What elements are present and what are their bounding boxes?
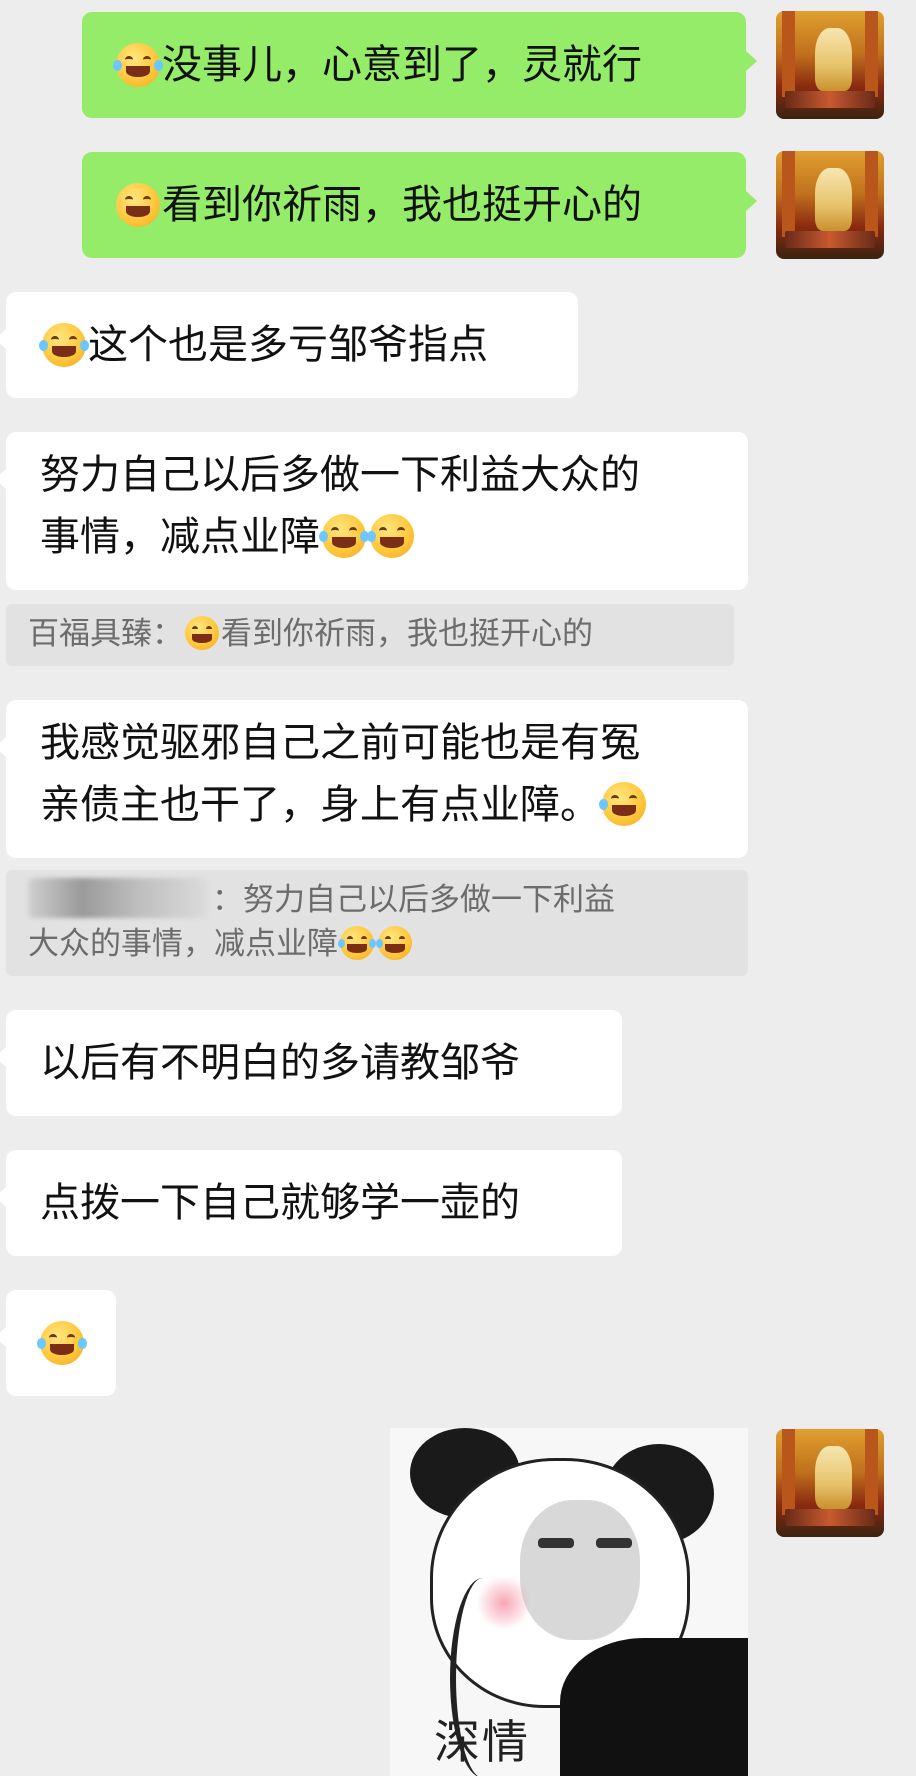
tears-of-joy-emoji-icon [337,926,377,960]
chat-window: 没事儿，心意到了，灵就行 看到你祈雨，我也挺开心的 这个也是多亏邹爷指点 努力自… [0,0,916,1776]
message-text-line: 我感觉驱邪自己之前可能也是有冤 [40,720,640,766]
grinning-face-emoji-icon [116,183,160,227]
message-bubble-incoming[interactable]: 我感觉驱邪自己之前可能也是有冤 亲债主也干了，身上有点业障。 [0,700,748,858]
quoted-message[interactable]: ：努力自己以后多做一下利益 大众的事情，减点业障 [6,870,748,976]
message-text-line: 亲债主也干了，身上有点业障。 [40,774,718,836]
quote-text: 大众的事情，减点业障 [28,926,338,962]
avatar[interactable] [776,11,884,119]
panda-eye [596,1538,632,1548]
message-bubble-incoming[interactable]: 以后有不明白的多请教邹爷 [0,1010,622,1116]
message-bubble-outgoing[interactable]: 没事儿，心意到了，灵就行 [82,12,757,118]
quote-text: 看到你祈雨，我也挺开心的 [221,616,593,652]
message-bubble-incoming[interactable] [0,1290,116,1396]
quoted-message[interactable]: 百福具臻： 看到你祈雨，我也挺开心的 [6,604,734,666]
tears-of-joy-emoji-icon [39,323,89,367]
tears-of-joy-emoji-icon [319,514,369,558]
sticker-caption: 深情 [434,1715,530,1769]
avatar[interactable] [776,151,884,259]
avatar[interactable] [776,1429,884,1537]
message-text: 这个也是多亏邹爷指点 [88,322,488,368]
message-text: 事情，减点业障 [40,514,320,560]
quote-line: ：努力自己以后多做一下利益 [28,878,726,922]
quote-sender: 百福具臻： [28,616,183,652]
panda-sticker[interactable]: 深情 [390,1428,748,1776]
message-bubble-incoming[interactable]: 努力自己以后多做一下利益大众的 事情，减点业障 [0,432,748,590]
panda-eye [538,1538,574,1548]
message-text-line: 努力自己以后多做一下利益大众的 [40,452,640,498]
quote-sender-suffix: ： [212,882,243,918]
panda-body [560,1638,748,1776]
loudly-crying-emoji-icon [375,926,412,960]
message-bubble-incoming[interactable]: 这个也是多亏邹爷指点 [0,292,578,398]
loudly-crying-emoji-icon [599,782,646,826]
grinning-face-emoji-icon [185,616,219,650]
tears-of-joy-emoji-icon [113,43,163,87]
message-bubble-incoming[interactable]: 点拨一下自己就够学一壶的 [0,1150,622,1256]
quote-text: 努力自己以后多做一下利益 [243,882,615,918]
panda-face [520,1500,640,1640]
blurred-sender-name [28,878,208,918]
loudly-crying-emoji-icon [367,514,414,558]
message-text: 亲债主也干了，身上有点业障。 [40,782,600,828]
tears-of-joy-emoji-icon [37,1321,87,1365]
message-text: 点拨一下自己就够学一壶的 [40,1180,520,1226]
message-text: 没事儿，心意到了，灵就行 [162,42,642,88]
message-text-line: 事情，减点业障 [40,506,718,568]
message-text: 看到你祈雨，我也挺开心的 [162,182,642,228]
quote-line: 大众的事情，减点业障 [28,922,726,966]
message-bubble-outgoing[interactable]: 看到你祈雨，我也挺开心的 [82,152,757,258]
message-text: 以后有不明白的多请教邹爷 [40,1040,520,1086]
